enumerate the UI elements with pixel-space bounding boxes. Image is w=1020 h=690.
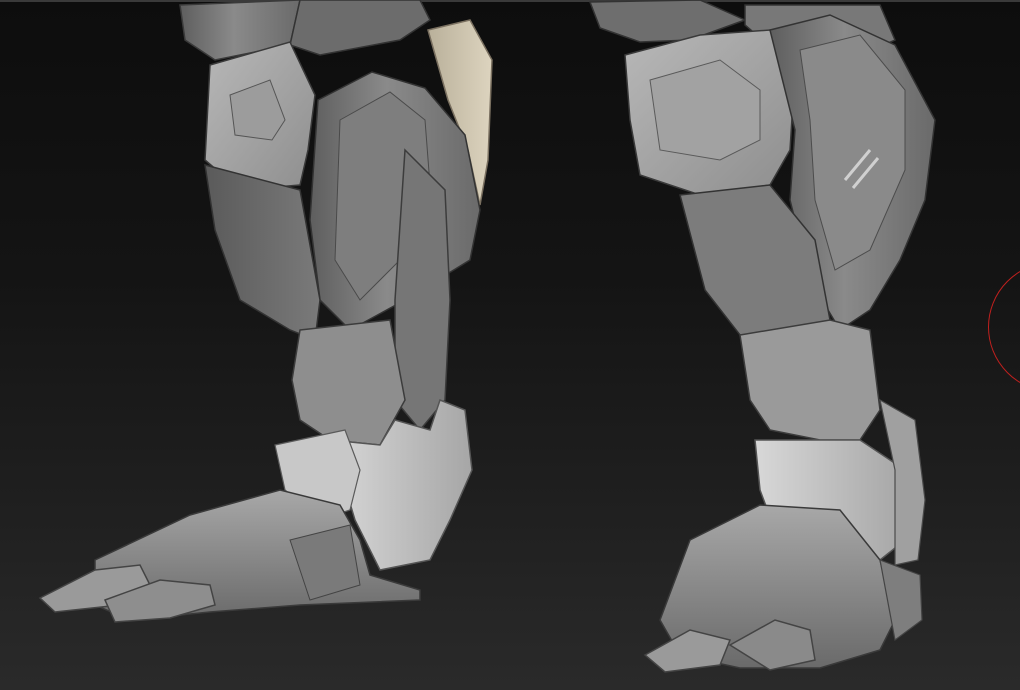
right-leg[interactable] xyxy=(588,0,936,673)
left-leg[interactable] xyxy=(38,0,493,623)
sculpt-model-render[interactable] xyxy=(0,0,1020,690)
right-toe-1 xyxy=(643,629,732,673)
zbrush-canvas-viewport[interactable] xyxy=(0,0,1020,690)
